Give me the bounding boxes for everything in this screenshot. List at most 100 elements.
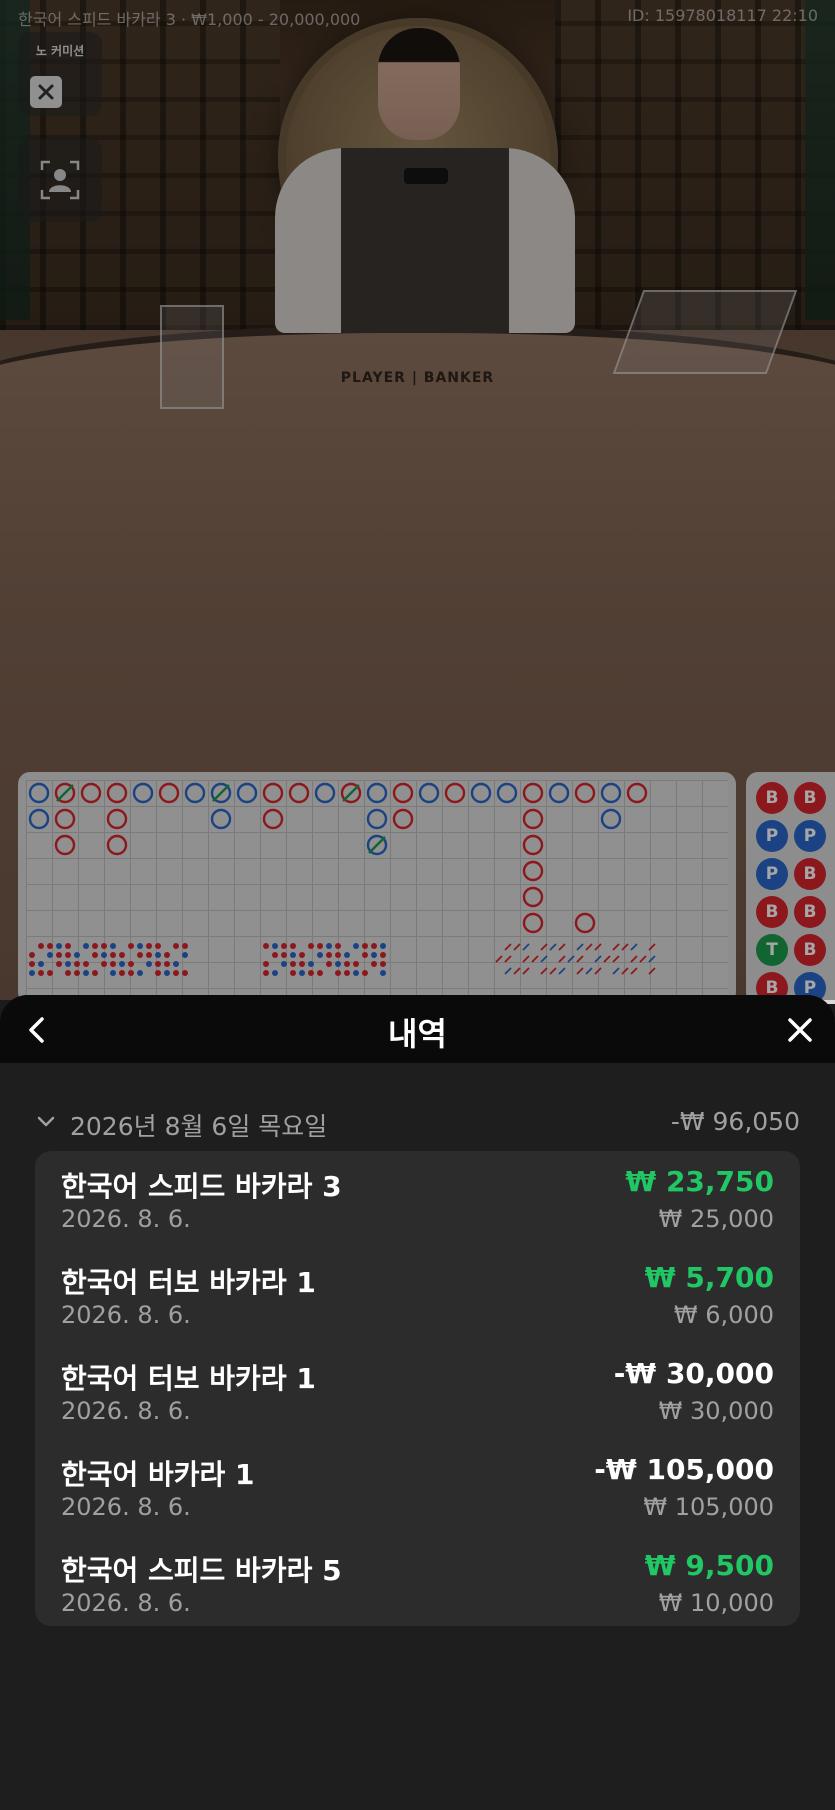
bet-amount: ₩ 6,000 [673, 1301, 774, 1329]
derived-road-dot [65, 961, 71, 967]
derived-road-dot [74, 961, 80, 967]
derived-road-dot [173, 943, 179, 949]
derived-road-slash [612, 967, 620, 975]
derived-road-dot [272, 970, 278, 976]
derived-road-dot [362, 952, 368, 958]
date-group-header[interactable]: 2026년 8월 6일 목요일 -₩ 96,050 [36, 1107, 800, 1141]
derived-road-dot [110, 970, 116, 976]
derived-road-slash [531, 955, 539, 963]
derived-road-slash [630, 955, 638, 963]
banker-mark [106, 782, 128, 804]
game-name: 한국어 바카라 1 [61, 1458, 255, 1491]
derived-road-dot [137, 943, 143, 949]
history-row[interactable]: 한국어 바카라 1 2026. 8. 6. -₩ 105,000 ₩ 105,0… [61, 1445, 774, 1535]
chevron-down-icon [37, 1116, 55, 1127]
big-road-roadmap [18, 772, 736, 1004]
player-mark [366, 808, 388, 830]
banker-mark [54, 834, 76, 856]
banker-mark [106, 808, 128, 830]
derived-road-dot [263, 970, 269, 976]
derived-road-dot [83, 970, 89, 976]
derived-road-dot [29, 952, 35, 958]
derived-road-dot [317, 943, 323, 949]
banker-mark [288, 782, 310, 804]
derived-road-slash [576, 943, 584, 951]
close-icon[interactable] [783, 1013, 817, 1047]
derived-road-dot [326, 943, 332, 949]
derived-road-dot [263, 961, 269, 967]
banker-mark [574, 912, 596, 934]
banker-chip: B [756, 782, 788, 814]
derived-road-slash [522, 943, 530, 951]
derived-road-slash [585, 967, 593, 975]
derived-road-dot [128, 943, 134, 949]
player-mark [600, 782, 622, 804]
result-amount: ₩ 23,750 [625, 1165, 774, 1198]
derived-road-dot [47, 952, 53, 958]
result-amount: -₩ 30,000 [613, 1357, 774, 1390]
derived-road-dot [326, 961, 332, 967]
derived-road-dot [38, 970, 44, 976]
banker-mark [392, 782, 414, 804]
derived-road-dot [56, 943, 62, 949]
history-row[interactable]: 한국어 스피드 바카라 3 2026. 8. 6. ₩ 23,750 ₩ 25,… [61, 1157, 774, 1247]
player-mark [548, 782, 570, 804]
banker-chip: B [794, 858, 826, 890]
derived-road-dot [110, 961, 116, 967]
derived-road-dot [182, 952, 188, 958]
player-mark [132, 782, 154, 804]
derived-road-dot [155, 943, 161, 949]
derived-road-slash [540, 943, 548, 951]
player-mark [470, 782, 492, 804]
player-mark [496, 782, 518, 804]
player-chip: P [756, 820, 788, 852]
derived-road-slash [540, 955, 548, 963]
derived-road-slash [585, 943, 593, 951]
derived-road-dot [128, 970, 134, 976]
derived-road-dot [65, 952, 71, 958]
derived-road-dot [380, 961, 386, 967]
table-felt-text: PLAYER | BANKER [340, 370, 495, 386]
derived-road-dot [380, 943, 386, 949]
player-mark [28, 808, 50, 830]
derived-road-dot [92, 970, 98, 976]
derived-road-dot [281, 952, 287, 958]
round-date: 2026. 8. 6. [61, 1301, 191, 1329]
history-row[interactable]: 한국어 스피드 바카라 5 2026. 8. 6. ₩ 9,500 ₩ 10,0… [61, 1541, 774, 1631]
derived-road-dot [299, 970, 305, 976]
derived-road-dot [335, 952, 341, 958]
derived-road-dot [101, 952, 107, 958]
derived-road-dot [371, 961, 377, 967]
derived-road-slash [513, 967, 521, 975]
tie-chip: T [756, 934, 788, 966]
derived-road-dot [83, 961, 89, 967]
history-row[interactable]: 한국어 터보 바카라 1 2026. 8. 6. ₩ 5,700 ₩ 6,000 [61, 1253, 774, 1343]
player-mark [184, 782, 206, 804]
player-mark [600, 808, 622, 830]
derived-road-dot [29, 970, 35, 976]
derived-road-dot [290, 970, 296, 976]
close-icon [30, 76, 62, 108]
derived-road-slash [504, 967, 512, 975]
roadmap-marks [28, 782, 656, 976]
camera-view-button[interactable] [18, 138, 102, 222]
player-mark [210, 808, 232, 830]
derived-road-dot [74, 970, 80, 976]
derived-road-dot [281, 943, 287, 949]
derived-road-dot [92, 952, 98, 958]
history-row[interactable]: 한국어 터보 바카라 1 2026. 8. 6. -₩ 30,000 ₩ 30,… [61, 1349, 774, 1439]
banker-mark [522, 886, 544, 908]
banker-mark [80, 782, 102, 804]
player-mark [366, 782, 388, 804]
banker-mark [522, 860, 544, 882]
banker-chip: B [794, 934, 826, 966]
derived-road-dot [101, 961, 107, 967]
derived-road-slash [648, 955, 656, 963]
derived-road-dot [47, 970, 53, 976]
derived-road-slash [549, 967, 557, 975]
derived-road-slash [522, 967, 530, 975]
derived-road-dot [335, 970, 341, 976]
banker-mark [158, 782, 180, 804]
no-commission-toggle[interactable]: 노 커미션 [18, 32, 102, 116]
derived-road-dot [290, 961, 296, 967]
